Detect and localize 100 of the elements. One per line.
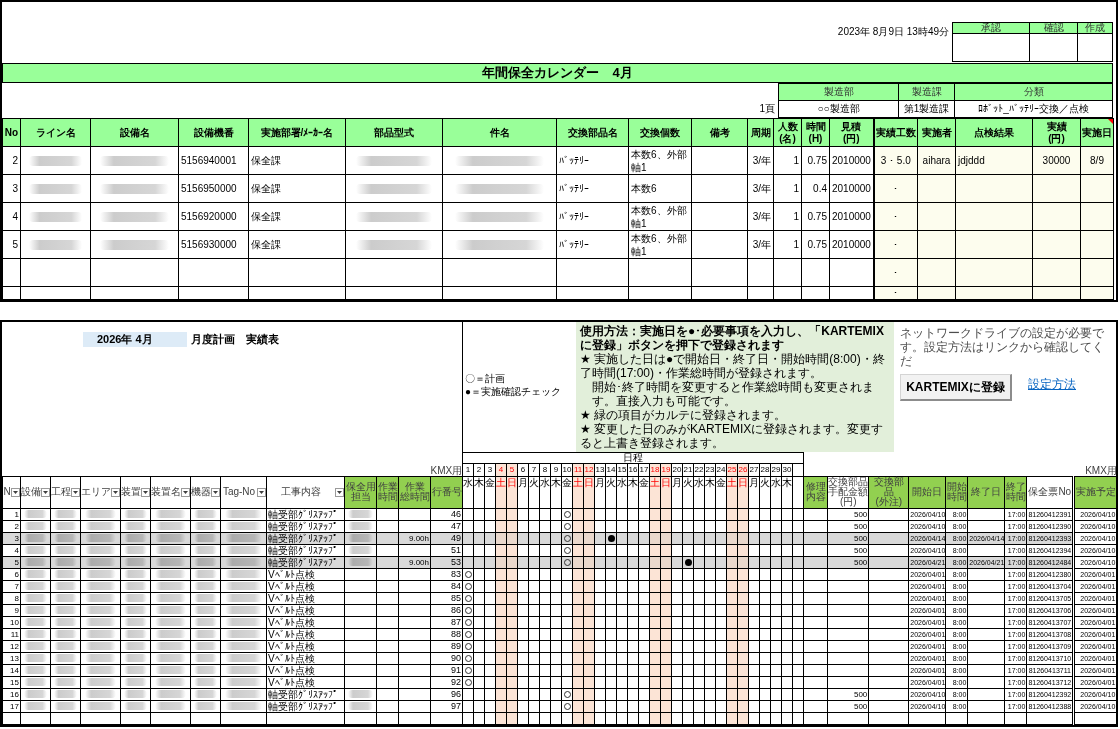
table-cell: 5156940001 <box>178 146 249 175</box>
column-header: 終了日 <box>967 476 1005 508</box>
table-cell: 0.75 <box>801 202 830 231</box>
table-cell: Vﾍﾞﾙﾄ点検 <box>266 604 345 616</box>
day-number: 22 <box>693 463 705 476</box>
table-cell: 86 <box>430 604 463 616</box>
day-number: 29 <box>770 463 782 476</box>
weekday-label: 火 <box>528 476 540 508</box>
settings-link[interactable]: 設定方法 <box>1028 377 1076 391</box>
filter-dropdown-button[interactable] <box>111 487 120 497</box>
timestamp: 2023年 8月9日 13時49分 <box>837 26 949 38</box>
weekday-label: 木 <box>627 476 639 508</box>
column-note: KMX用 <box>430 464 463 476</box>
day-number: 21 <box>682 463 694 476</box>
day-number: 12 <box>583 463 595 476</box>
table-cell: 本数6、外部軸1 <box>628 146 692 175</box>
info-value: 第1製造課 <box>898 100 955 118</box>
table-cell: 本数6 <box>628 174 692 203</box>
table-cell: 軸受部ｸﾞﾘｽｱｯﾌﾟ <box>266 508 345 520</box>
table-cell: 14 <box>2 664 21 676</box>
column-header: 実施者 <box>917 118 956 147</box>
table-cell: 6 <box>2 568 21 580</box>
table-cell: ﾊﾞｯﾃﾘｰ <box>556 230 629 259</box>
day-number: 1 <box>462 463 474 476</box>
weekday-label: 木 <box>473 476 485 508</box>
weekday-label: 月 <box>517 476 529 508</box>
table-cell: 1 <box>773 146 802 175</box>
weekday-label: 水 <box>539 476 551 508</box>
day-number: 10 <box>561 463 573 476</box>
table-cell: 5156920000 <box>178 202 249 231</box>
table-cell: 4 <box>2 202 21 231</box>
column-header: 行番号 <box>430 476 463 508</box>
filter-dropdown-button[interactable] <box>181 487 190 497</box>
table-cell: 軸受部ｸﾞﾘｽｱｯﾌﾟ <box>266 520 345 532</box>
weekday-label: 木 <box>704 476 716 508</box>
column-header: 交換個数 <box>628 118 692 147</box>
column-header: 工事内容 <box>280 487 322 497</box>
column-header: 件名 <box>442 118 557 147</box>
table-cell: 4 <box>2 544 21 556</box>
filter-dropdown-button[interactable] <box>71 487 80 497</box>
filter-dropdown-button[interactable] <box>257 487 266 497</box>
column-header: 実績工数 <box>873 118 918 147</box>
column-header: 交換部品 (外注) <box>868 476 909 508</box>
column-header: 交換部品名 <box>556 118 629 147</box>
filter-dropdown-button[interactable] <box>11 487 20 497</box>
table-cell: Vﾍﾞﾙﾄ点検 <box>266 676 345 688</box>
weekday-label: 木 <box>781 476 793 508</box>
table-cell: 10 <box>2 616 21 628</box>
filter-dropdown-button[interactable] <box>211 487 220 497</box>
table-cell: 85 <box>430 592 463 604</box>
day-number: 19 <box>660 463 672 476</box>
table-cell: ･ <box>873 230 918 259</box>
instruction-heading: 使用方法：実施日を●･必要事項を入力し、「KARTEMIXに登録」ボタンを押下で登録されます <box>580 324 885 352</box>
caret-down-icon <box>113 490 118 494</box>
column-header: No <box>2 118 21 147</box>
filter-dropdown-button[interactable] <box>335 487 344 497</box>
column-note: KMX用 <box>1085 464 1117 476</box>
table-cell: 13 <box>2 652 21 664</box>
table-cell: 1 <box>773 202 802 231</box>
weekday-label: 月 <box>748 476 760 508</box>
day-number: 16 <box>627 463 639 476</box>
instruction-text: ★ 実施した日は●で開始日・終了日・開始時間(8:00)・終了時間(17:00)・作業総時間が登録されます。 <box>580 352 886 380</box>
table-cell: ･ <box>873 258 918 287</box>
table-cell: 5 <box>2 230 21 259</box>
info-value: ○○製造部 <box>778 100 899 118</box>
day-number: 4 <box>495 463 507 476</box>
info-label: 製造課 <box>898 83 955 101</box>
weekday-label: 日 <box>737 476 749 508</box>
legend-text: ●＝実施確認チェック <box>465 385 563 398</box>
day-number: 13 <box>594 463 606 476</box>
column-header: Tag-No <box>221 487 257 497</box>
register-button[interactable]: KARTEMIXに登録 <box>900 374 1012 401</box>
column-header: 人数 (名) <box>773 118 802 147</box>
table-cell: 軸受部ｸﾞﾘｽｱｯﾌﾟ <box>266 544 345 556</box>
instruction-text: 開始･終了時間を変更すると作業総時間も変更されます。直接入力も可能です。 <box>591 380 875 408</box>
table-cell: ﾊﾞｯﾃﾘｰ <box>556 202 629 231</box>
caret-down-icon <box>213 490 218 494</box>
table-cell: 9 <box>2 604 21 616</box>
filter-dropdown-button[interactable] <box>141 487 150 497</box>
weekday-label: 月 <box>671 476 683 508</box>
table-cell: 16 <box>2 688 21 700</box>
column-header: 部品型式 <box>345 118 443 147</box>
table-cell: 88 <box>430 628 463 640</box>
weekday-label: 日 <box>660 476 672 508</box>
table-cell: 12 <box>2 640 21 652</box>
stamp-label: 承認 <box>952 22 1030 34</box>
day-number: 9 <box>550 463 562 476</box>
info-value: ﾛﾎﾞｯﾄ_ﾊﾞｯﾃﾘｰ交換／点検 <box>954 100 1113 118</box>
day-number: 2 <box>473 463 485 476</box>
weekday-label: 水 <box>770 476 782 508</box>
day-number: 3 <box>484 463 496 476</box>
column-header: 開始 時間 <box>945 476 968 508</box>
table-cell: 87 <box>430 616 463 628</box>
table-cell: Vﾍﾞﾙﾄ点検 <box>266 652 345 664</box>
table-cell: 15 <box>2 676 21 688</box>
caret-down-icon <box>73 490 78 494</box>
column-header: 設備名 <box>90 118 179 147</box>
weekday-label: 水 <box>616 476 628 508</box>
column-header: N <box>3 487 11 497</box>
filter-dropdown-button[interactable] <box>41 487 50 497</box>
